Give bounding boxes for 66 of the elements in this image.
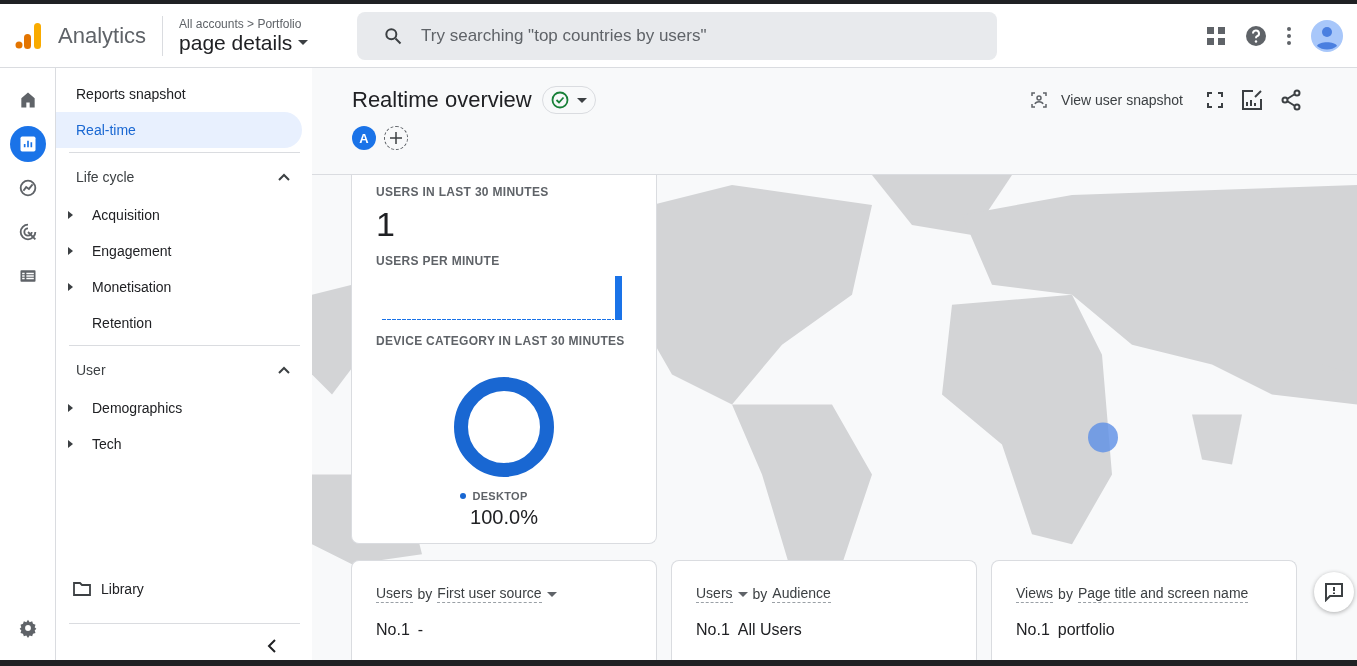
dimension-selector[interactable]: Audience <box>772 585 831 603</box>
nav-section-header[interactable]: User <box>56 350 312 390</box>
help-icon[interactable] <box>1245 24 1267 47</box>
chevron-icon <box>278 366 290 374</box>
nav-item[interactable]: Real-time <box>56 112 302 148</box>
metric-value: 1 <box>376 205 396 244</box>
legend-value: 100.0% <box>470 506 538 529</box>
nav-item[interactable]: Engagement <box>56 233 312 269</box>
person-frame-icon <box>1031 92 1048 108</box>
folder-icon <box>73 582 91 596</box>
bar-chart-icon[interactable] <box>9 126 46 162</box>
metric-selector[interactable]: Views <box>1016 585 1054 603</box>
property-selector[interactable]: page details <box>179 30 340 55</box>
expand-arrow-icon <box>68 247 73 255</box>
legend-label: DESKTOP <box>472 490 528 502</box>
nav-item[interactable]: Monetisation <box>56 269 312 305</box>
check-circle-icon <box>550 91 569 109</box>
expand-arrow-icon <box>68 283 73 291</box>
page-title: Realtime overview <box>352 87 532 113</box>
card-title-text: by <box>752 586 768 602</box>
library-link[interactable]: Library <box>56 571 312 607</box>
nav-item[interactable]: Demographics <box>56 390 312 426</box>
expand-arrow-icon <box>68 440 73 448</box>
product-name: Analytics <box>58 15 164 56</box>
rank-value: All Users <box>737 621 802 639</box>
nav-item[interactable]: Tech <box>56 426 312 462</box>
edit-report-icon[interactable] <box>1241 89 1263 111</box>
expand-arrow-icon <box>68 211 73 219</box>
avatar[interactable] <box>1311 19 1343 52</box>
caret-icon <box>737 591 748 597</box>
dimension-selector[interactable]: First user source <box>437 585 542 603</box>
account-breadcrumb[interactable]: All accounts > Portfolio <box>179 16 340 31</box>
card-title-text: by <box>417 586 433 602</box>
rank-label: No.1 <box>376 621 410 639</box>
nav-item[interactable]: Retention <box>56 305 312 341</box>
status-dropdown[interactable] <box>541 86 596 114</box>
search-icon <box>383 25 404 46</box>
share-icon[interactable] <box>1281 89 1301 111</box>
nav-section-header[interactable]: Life cycle <box>56 157 312 197</box>
search-field[interactable]: Try searching "top countries by users" <box>357 11 998 60</box>
card-title-text: by <box>1058 586 1073 602</box>
view-user-snapshot-button[interactable]: View user snapshot <box>1025 91 1189 109</box>
analytics-logo <box>14 21 42 50</box>
expand-arrow-icon <box>68 404 73 412</box>
metric-label: USERS IN LAST 30 MINUTES <box>376 185 550 199</box>
caret-icon <box>298 40 309 45</box>
metric-label: USERS PER MINUTE <box>376 254 501 268</box>
more-icon[interactable] <box>1287 26 1291 45</box>
dimension-selector[interactable]: Page title and screen name <box>1077 585 1249 603</box>
caret-icon <box>546 591 557 597</box>
chevron-icon <box>278 173 290 181</box>
nav-item[interactable]: Acquisition <box>56 197 312 233</box>
metric-selector[interactable]: Users <box>376 585 413 603</box>
comparison-badge[interactable]: A <box>352 126 376 150</box>
nav-item[interactable]: Reports snapshot <box>56 76 302 112</box>
feedback-icon <box>1324 582 1344 602</box>
settings-icon[interactable] <box>17 618 38 638</box>
caret-icon <box>576 97 587 103</box>
metric-label: DEVICE CATEGORY IN LAST 30 MINUTES <box>376 334 626 348</box>
rank-label: No.1 <box>696 621 730 639</box>
rank-label: No.1 <box>1016 621 1050 639</box>
rank-value: - <box>417 621 424 639</box>
apps-icon[interactable] <box>1207 26 1225 45</box>
rank-value: portfolio <box>1057 621 1115 639</box>
fullscreen-icon[interactable] <box>1207 92 1223 108</box>
metric-selector[interactable]: Users <box>696 585 733 603</box>
